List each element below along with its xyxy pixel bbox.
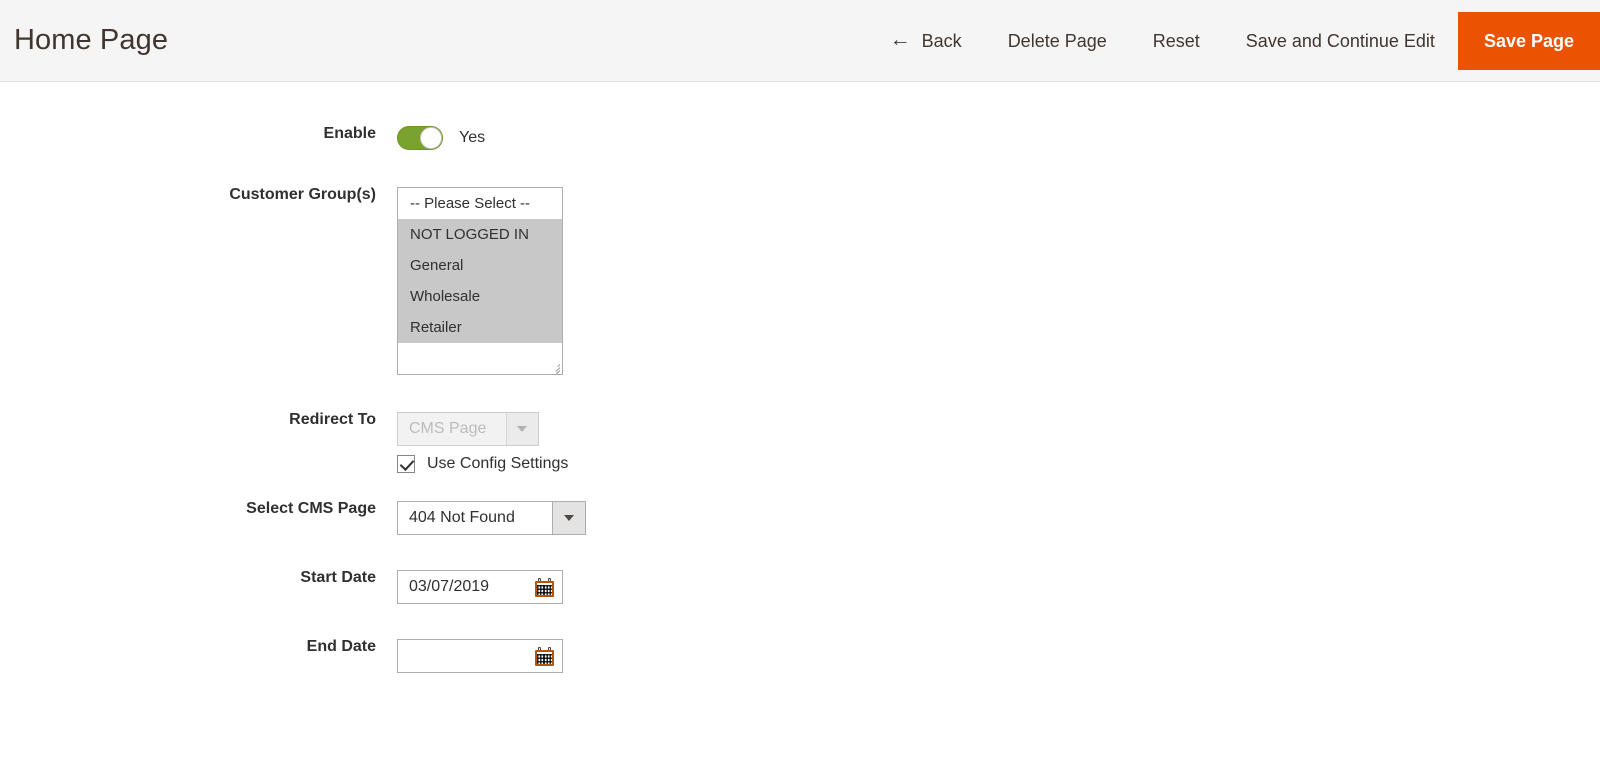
save-and-continue-edit-button[interactable]: Save and Continue Edit <box>1223 0 1458 82</box>
select-cms-page-control: 404 Not Found <box>397 501 1600 535</box>
customer-groups-control: -- Please Select -- NOT LOGGED IN Genera… <box>397 187 1600 375</box>
field-row-use-config: Use Config Settings <box>0 455 1600 473</box>
delete-page-button[interactable]: Delete Page <box>985 0 1130 82</box>
multiselect-option-general[interactable]: General <box>398 250 562 281</box>
use-config-label: Use Config Settings <box>427 455 569 472</box>
page-title: Home Page <box>14 24 169 56</box>
redirect-to-label: Redirect To <box>289 411 376 428</box>
arrow-left-icon: ← <box>889 28 911 51</box>
enable-control: Yes <box>397 126 1600 150</box>
redirect-to-select: CMS Page <box>397 412 539 446</box>
calendar-icon[interactable] <box>535 577 554 597</box>
toggle-knob <box>420 127 442 149</box>
reset-button[interactable]: Reset <box>1130 0 1223 82</box>
page-header: Home Page ← Back Delete Page Reset Save … <box>0 0 1600 82</box>
enable-toggle-wrap: Yes <box>397 126 1600 150</box>
field-row-enable: Enable Yes <box>0 126 1600 150</box>
save-page-button[interactable]: Save Page <box>1457 11 1600 70</box>
customer-groups-label: Customer Group(s) <box>229 186 376 203</box>
enable-toggle-state-label: Yes <box>459 129 486 146</box>
field-row-redirect-to: Redirect To CMS Page <box>0 412 1600 446</box>
end-date-field[interactable] <box>397 639 563 673</box>
field-row-end-date: End Date <box>0 639 1600 673</box>
use-config-checkbox[interactable] <box>397 455 415 473</box>
end-date-input[interactable] <box>409 647 521 665</box>
enable-toggle[interactable] <box>397 126 443 150</box>
calendar-icon[interactable] <box>535 646 554 666</box>
select-cms-page-dropdown[interactable]: 404 Not Found <box>397 501 586 535</box>
multiselect-option-retailer[interactable]: Retailer <box>398 312 562 343</box>
field-row-start-date: Start Date <box>0 570 1600 604</box>
delete-page-label: Delete Page <box>1007 30 1107 51</box>
back-button-label: Back <box>921 30 962 51</box>
end-date-control <box>397 639 1600 673</box>
start-date-input[interactable] <box>409 578 521 596</box>
start-date-control <box>397 570 1600 604</box>
select-cms-page-value: 404 Not Found <box>409 509 515 526</box>
chevron-down-icon <box>505 413 538 445</box>
end-date-label: End Date <box>306 638 376 655</box>
chevron-down-icon[interactable] <box>552 502 585 534</box>
enable-label: Enable <box>323 125 376 142</box>
save-page-label: Save Page <box>1483 30 1574 51</box>
reset-label: Reset <box>1152 30 1200 51</box>
select-cms-page-label: Select CMS Page <box>246 500 376 517</box>
multiselect-option-placeholder[interactable]: -- Please Select -- <box>398 188 562 219</box>
multiselect-resize-handle[interactable] <box>548 360 561 374</box>
back-button[interactable]: ← Back <box>867 0 985 82</box>
start-date-field[interactable] <box>397 570 563 604</box>
field-row-select-cms-page: Select CMS Page 404 Not Found <box>0 501 1600 535</box>
start-date-label: Start Date <box>300 569 376 586</box>
redirect-to-value: CMS Page <box>409 420 487 437</box>
use-config-control: Use Config Settings <box>397 455 1600 473</box>
multiselect-option-not-logged-in[interactable]: NOT LOGGED IN <box>398 219 562 250</box>
customer-groups-multiselect[interactable]: -- Please Select -- NOT LOGGED IN Genera… <box>397 187 563 375</box>
field-row-customer-groups: Customer Group(s) -- Please Select -- NO… <box>0 187 1600 375</box>
save-and-continue-edit-label: Save and Continue Edit <box>1245 30 1435 51</box>
redirect-to-control: CMS Page <box>397 412 1600 446</box>
multiselect-option-wholesale[interactable]: Wholesale <box>398 281 562 312</box>
use-config-checkbox-wrap[interactable]: Use Config Settings <box>397 455 1600 473</box>
header-actions: ← Back Delete Page Reset Save and Contin… <box>867 0 1600 82</box>
form-body: Enable Yes Customer Group(s) -- Please S… <box>0 82 1600 673</box>
